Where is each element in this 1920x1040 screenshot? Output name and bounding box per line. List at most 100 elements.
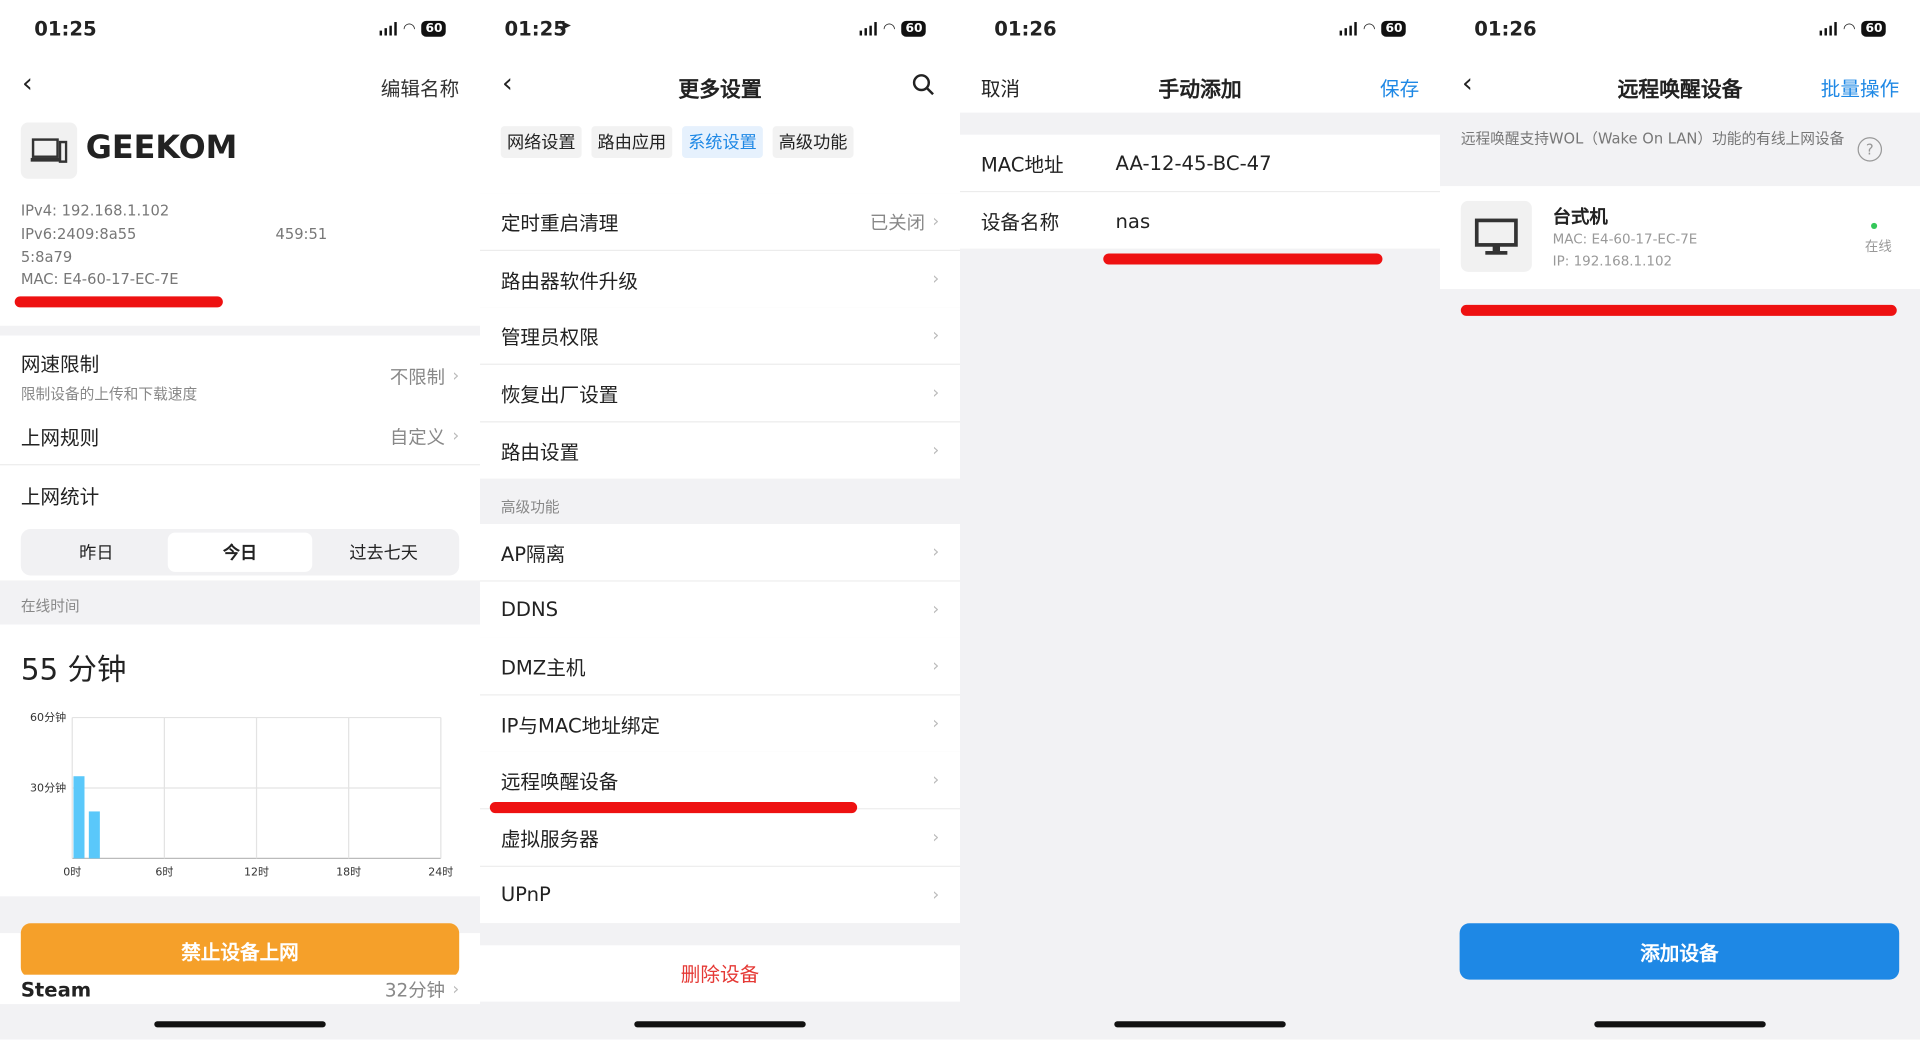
device-name: 台式机 xyxy=(1552,205,1608,228)
online-time-header: 在线时间 xyxy=(0,580,481,625)
name-input[interactable]: nas xyxy=(1116,209,1151,232)
online-dot-icon xyxy=(1871,222,1878,229)
ipv4-text: IPv4: 192.168.1.102 xyxy=(20,202,170,220)
y-tick-label: 30分钟 xyxy=(30,781,66,795)
rules-row[interactable]: 上网规则 自定义 › xyxy=(0,407,481,466)
manual-add-screen: 01:26 ◠ 60 取消 手动添加 保存 MAC地址 AA-12-45-BC-… xyxy=(960,0,1441,1040)
mac-field-row[interactable]: MAC地址 AA-12-45-BC-47 xyxy=(960,134,1441,193)
clipped-row xyxy=(480,167,961,195)
settings-tabs: 网络设置 路由应用 系统设置 高级功能 xyxy=(500,126,854,158)
y-tick-label: 60分钟 xyxy=(30,710,66,724)
rules-label: 上网规则 xyxy=(20,426,100,450)
name-label: 设备名称 xyxy=(980,210,1060,234)
red-highlight-mark xyxy=(1103,253,1383,265)
segment-yesterday[interactable]: 昨日 xyxy=(24,533,168,572)
signal-icon xyxy=(379,21,397,35)
page-title: 更多设置 xyxy=(678,78,762,103)
row-label: 虚拟服务器 xyxy=(500,827,599,852)
chevron-right-icon: › xyxy=(932,656,940,677)
desktop-icon xyxy=(1460,200,1532,272)
app-name: Steam xyxy=(20,977,92,1002)
tab-network[interactable]: 网络设置 xyxy=(500,126,582,158)
chevron-right-icon: › xyxy=(932,326,940,346)
home-indicator xyxy=(1114,1021,1286,1028)
status-time: 01:26 xyxy=(994,17,1057,41)
chevron-right-icon: › xyxy=(932,770,940,791)
settings-row[interactable]: 恢复出厂设置 › xyxy=(480,365,961,423)
chevron-right-icon: › xyxy=(932,440,940,461)
section-label: 高级功能 xyxy=(500,498,560,516)
speed-limit-row[interactable]: 网速限制 限制设备的上传和下载速度 不限制 › xyxy=(0,325,481,418)
save-button[interactable]: 保存 xyxy=(1380,72,1419,101)
row-label: 远程唤醒设备 xyxy=(500,770,619,794)
ipv6-text-tail: 459:51 xyxy=(275,225,328,243)
device-ip: IP: 192.168.1.102 xyxy=(1552,253,1673,270)
tab-advanced[interactable]: 高级功能 xyxy=(772,126,854,158)
usage-chart: 60分钟 30分钟 0时 6时 12时 18时 24时 xyxy=(30,710,453,879)
status-icons: ◠ 60 xyxy=(379,19,447,37)
status-time: 01:25 xyxy=(34,17,97,41)
name-field-row[interactable]: 设备名称 nas xyxy=(960,192,1441,249)
status-time: 01:26 xyxy=(1474,17,1537,41)
segment-7days[interactable]: 过去七天 xyxy=(312,533,456,572)
chevron-right-icon: › xyxy=(452,426,460,446)
remote-wake-screen: 01:26 ◠ 60 ‹ 远程唤醒设备 批量操作 远程唤醒支持WOL（Wake … xyxy=(1440,0,1920,1040)
row-label: 路由设置 xyxy=(500,440,580,464)
batch-operation-button[interactable]: 批量操作 xyxy=(1821,72,1899,101)
help-icon[interactable]: ? xyxy=(1857,137,1883,162)
speed-limit-sub: 限制设备的上传和下载速度 xyxy=(20,385,198,403)
signal-icon xyxy=(859,21,877,35)
period-segmented-control: 昨日 今日 过去七天 xyxy=(20,528,460,576)
signal-icon xyxy=(1339,21,1357,35)
advanced-section-header: 高级功能 xyxy=(480,478,961,525)
battery-icon: 60 xyxy=(421,20,447,37)
chevron-right-icon: › xyxy=(932,713,940,734)
block-device-button[interactable]: 禁止设备上网 xyxy=(20,923,460,978)
mac-text: MAC: E4-60-17-EC-7E xyxy=(20,270,179,288)
wol-info-text: 远程唤醒支持WOL（Wake On LAN）功能的有线上网设备 xyxy=(1460,129,1845,147)
chevron-right-icon: › xyxy=(932,383,940,403)
mac-input[interactable]: AA-12-45-BC-47 xyxy=(1116,151,1272,174)
tab-system[interactable]: 系统设置 xyxy=(682,126,763,158)
advanced-settings-row[interactable]: IP与MAC地址绑定 › xyxy=(480,695,961,753)
back-icon[interactable]: ‹ xyxy=(22,69,33,100)
section-gap xyxy=(480,923,961,946)
edit-name-button[interactable]: 编辑名称 xyxy=(381,72,459,101)
add-device-button[interactable]: 添加设备 xyxy=(1459,923,1900,980)
settings-row[interactable]: 定时重启清理 已关闭 › xyxy=(480,193,961,252)
device-card[interactable]: 台式机 MAC: E4-60-17-EC-7E IP: 192.168.1.10… xyxy=(1440,186,1920,289)
x-tick-label: 18时 xyxy=(336,866,361,879)
page-title: 手动添加 xyxy=(1158,78,1242,103)
x-tick-label: 6时 xyxy=(155,866,173,879)
chevron-right-icon: › xyxy=(932,827,940,848)
stats-label: 上网统计 xyxy=(20,484,100,509)
chevron-right-icon: › xyxy=(452,366,460,386)
red-highlight-mark xyxy=(1460,304,1897,316)
device-icon xyxy=(20,122,78,179)
red-highlight-mark xyxy=(14,296,223,308)
advanced-settings-row[interactable]: 虚拟服务器 › xyxy=(480,809,961,867)
advanced-settings-row[interactable]: DDNS › xyxy=(480,581,961,639)
battery-icon: 60 xyxy=(901,20,927,37)
advanced-settings-row[interactable]: AP隔离 › xyxy=(480,524,961,582)
home-indicator xyxy=(634,1021,806,1028)
ipv6-text-2: 5:8a79 xyxy=(20,248,73,266)
advanced-settings-row[interactable]: UPnP › xyxy=(480,866,961,924)
segment-today[interactable]: 今日 xyxy=(168,532,312,572)
tab-router-apps[interactable]: 路由应用 xyxy=(591,126,673,158)
row-label: DDNS xyxy=(500,597,559,621)
app-usage-row[interactable]: Steam 32分钟 › xyxy=(0,974,481,1005)
chevron-right-icon: › xyxy=(932,599,940,620)
settings-row[interactable]: 路由器软件升级 › xyxy=(480,250,961,309)
settings-row[interactable]: 管理员权限 › xyxy=(480,307,961,366)
row-label: DMZ主机 xyxy=(500,656,586,680)
settings-row[interactable]: 路由设置 › xyxy=(480,422,961,480)
wifi-icon: ◠ xyxy=(1362,19,1376,37)
delete-device-button[interactable]: 删除设备 xyxy=(480,958,960,987)
search-icon[interactable] xyxy=(912,73,934,96)
online-status: 在线 xyxy=(1864,238,1892,255)
wifi-icon: ◠ xyxy=(402,19,416,37)
app-time: 32分钟 xyxy=(384,978,445,1002)
advanced-settings-row[interactable]: DMZ主机 › xyxy=(480,638,961,696)
wifi-icon: ◠ xyxy=(1842,19,1856,37)
